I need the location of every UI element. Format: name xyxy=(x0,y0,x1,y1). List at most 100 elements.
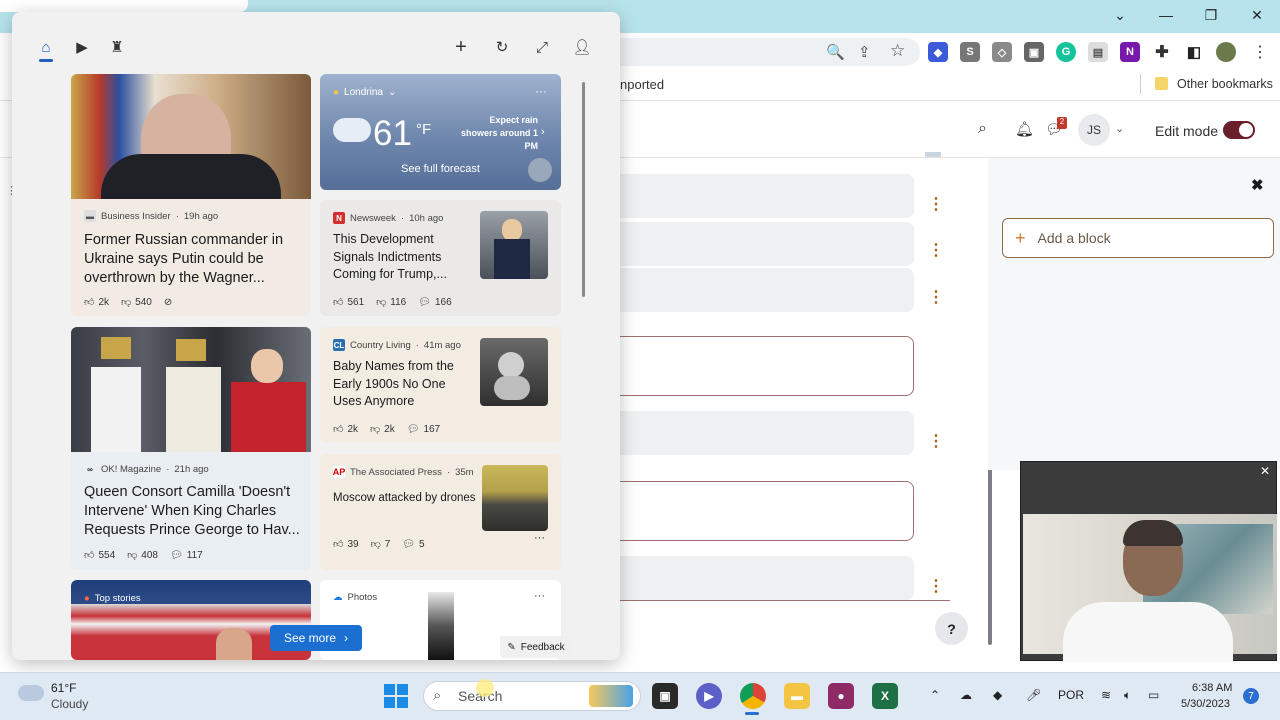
news-card[interactable]: AP The Associated Press · 35m Moscow attac… xyxy=(320,454,561,570)
like-button[interactable]: 👍︎ 2k xyxy=(333,423,358,436)
bookmark-other[interactable]: Other bookmarks xyxy=(1177,77,1273,91)
news-card[interactable]: ▬ Business Insider · 19h ago Former Russia… xyxy=(71,74,311,316)
profile-avatar[interactable] xyxy=(1216,42,1236,62)
drag-handle-icon[interactable]: ⋮ xyxy=(6,184,17,197)
games-icon[interactable]: ♜ xyxy=(108,38,126,56)
dropbox-icon[interactable]: ◇ xyxy=(992,42,1012,62)
chevron-up-icon[interactable]: ⌃ xyxy=(930,688,940,702)
dropbox-icon[interactable]: ◆ xyxy=(993,688,1002,702)
chevron-right-icon[interactable]: › xyxy=(541,126,545,138)
section-row[interactable] xyxy=(620,411,914,455)
comments-button[interactable]: 💬︎ 167 xyxy=(407,424,440,435)
hide-comments-icon[interactable]: ⊘ xyxy=(164,297,172,308)
comments-button[interactable]: 💬︎ 5 xyxy=(402,539,424,550)
add-block-button[interactable]: + Add a block xyxy=(1002,218,1274,258)
side-panel-icon[interactable]: ◧ xyxy=(1184,42,1204,62)
like-button[interactable]: 👍︎ 39 xyxy=(333,538,359,551)
more-options-icon[interactable]: ··· xyxy=(535,84,547,98)
section-row[interactable] xyxy=(620,336,914,396)
close-webcam-icon[interactable]: ✕ xyxy=(1260,464,1270,478)
video-icon[interactable]: ▶︎ xyxy=(73,38,91,56)
user-avatar[interactable]: JS xyxy=(1078,114,1110,146)
kebab-menu-icon[interactable]: ⋮ xyxy=(928,431,944,451)
share-icon[interactable]: ⇪ xyxy=(858,43,871,61)
article-headline[interactable]: Moscow attacked by drones xyxy=(333,490,483,508)
weather-card[interactable]: ● Londrina ⌄ ··· 61 °F Expect rain showe… xyxy=(320,74,561,190)
notification-count-badge[interactable]: 7 xyxy=(1243,688,1259,704)
extension-icon-4[interactable]: ▣ xyxy=(1024,42,1044,62)
help-button[interactable]: ? xyxy=(935,612,968,645)
home-icon[interactable]: ⌂ xyxy=(37,38,55,56)
section-row[interactable] xyxy=(620,556,914,600)
chrome-icon[interactable] xyxy=(740,683,766,709)
weather-location[interactable]: ● Londrina ⌄ xyxy=(333,87,396,98)
teams-chat-icon[interactable]: ▶ xyxy=(696,683,722,709)
file-explorer-icon[interactable]: ▬ xyxy=(784,683,810,709)
skype-icon[interactable]: S xyxy=(960,42,980,62)
more-options-icon[interactable]: ··· xyxy=(534,590,545,602)
see-more-button[interactable]: See more › xyxy=(270,625,362,651)
dislike-button[interactable]: 👎︎ 116 xyxy=(376,296,406,309)
bell-icon[interactable]: 🔔︎ xyxy=(1015,120,1034,138)
comments-button[interactable]: 💬︎ 166 xyxy=(418,297,451,308)
news-card[interactable]: ∞ OK! Magazine · 21h ago Queen Consort Cam… xyxy=(71,327,311,570)
browser-tab[interactable] xyxy=(0,0,248,12)
news-card[interactable]: N Newsweek · 10h ago This Development Sign… xyxy=(320,200,561,316)
microphone-icon[interactable]: 🎤︎ xyxy=(1026,688,1041,702)
section-row[interactable] xyxy=(620,174,914,218)
extensions-puzzle-icon[interactable]: ✚ xyxy=(1152,42,1172,62)
kebab-menu-icon[interactable]: ⋮ xyxy=(928,576,944,596)
dislike-button[interactable]: 👎︎ 540 xyxy=(121,296,152,309)
article-headline[interactable]: Former Russian commander in Ukraine says… xyxy=(84,231,300,288)
taskbar-weather-temp[interactable]: 61°F xyxy=(51,681,76,695)
menu-icon[interactable]: ⋮ xyxy=(1252,42,1268,62)
bookmark-imported[interactable]: nported xyxy=(620,77,664,92)
battery-icon[interactable]: ▭ xyxy=(1148,688,1159,702)
news-card[interactable]: CL Country Living · 41m ago Baby Names fro… xyxy=(320,327,561,443)
kebab-menu-icon[interactable]: ⋮ xyxy=(928,240,944,260)
like-button[interactable]: 👍︎ 561 xyxy=(333,296,364,309)
address-bar[interactable] xyxy=(605,38,920,66)
wifi-icon[interactable]: ≋ xyxy=(1101,688,1111,702)
extension-icon-6[interactable]: ▤ xyxy=(1088,42,1108,62)
restore-button[interactable]: ❐ xyxy=(1191,4,1231,26)
widgets-scrollbar[interactable] xyxy=(582,82,585,297)
screen-recorder-icon[interactable]: ● xyxy=(828,683,854,709)
start-icon[interactable] xyxy=(384,684,408,708)
volume-icon[interactable]: 🔈︎ xyxy=(1124,688,1131,703)
more-options-icon[interactable]: ··· xyxy=(534,532,545,544)
zoom-icon[interactable]: 🔍 xyxy=(826,43,845,61)
task-view-icon[interactable]: ▣ xyxy=(652,683,678,709)
section-row[interactable] xyxy=(620,481,914,541)
language-indicator[interactable]: POR xyxy=(1058,688,1084,702)
dislike-button[interactable]: 👎︎ 7 xyxy=(371,538,391,551)
dislike-button[interactable]: 👎︎ 408 xyxy=(127,549,158,562)
bookmark-star-icon[interactable]: ☆ xyxy=(890,41,905,61)
refresh-icon[interactable]: ↻ xyxy=(493,38,511,56)
close-button[interactable]: ✕ xyxy=(1237,4,1277,26)
expand-icon[interactable]: ⤢ xyxy=(533,38,551,56)
minimize-button[interactable]: — xyxy=(1146,4,1186,26)
article-headline[interactable]: Queen Consort Camilla 'Doesn't Intervene… xyxy=(84,483,302,540)
taskbar-search[interactable]: ⌕ Search xyxy=(423,681,641,711)
dislike-button[interactable]: 👎︎ 2k xyxy=(370,423,395,436)
extension-icon-1[interactable]: ◆ xyxy=(928,42,948,62)
add-widget-icon[interactable]: + xyxy=(452,36,470,58)
clock-time[interactable]: 6:38 AM xyxy=(1192,682,1232,694)
onenote-icon[interactable]: N xyxy=(1120,42,1140,62)
forecast-link[interactable]: See full forecast xyxy=(401,163,480,175)
close-drawer-icon[interactable]: ✖ xyxy=(1251,176,1264,194)
search-icon[interactable]: ⌕ xyxy=(978,120,987,138)
like-button[interactable]: 👍︎ 2k xyxy=(84,296,109,309)
section-row[interactable] xyxy=(620,222,914,266)
user-icon[interactable]: 👤︎ xyxy=(572,38,591,56)
article-headline[interactable]: This Development Signals Indictments Com… xyxy=(333,231,463,284)
onedrive-icon[interactable]: ☁︎ xyxy=(960,688,972,702)
section-row[interactable] xyxy=(620,268,914,312)
grammarly-icon[interactable]: G xyxy=(1056,42,1076,62)
like-button[interactable]: 👍︎ 554 xyxy=(84,549,115,562)
comments-button[interactable]: 💬︎ 117 xyxy=(170,550,203,561)
chevron-down-icon[interactable]: ⌄ xyxy=(1115,122,1124,135)
feedback-button[interactable]: ✎ Feedback xyxy=(500,636,572,658)
article-headline[interactable]: Baby Names from the Early 1900s No One U… xyxy=(333,358,468,411)
